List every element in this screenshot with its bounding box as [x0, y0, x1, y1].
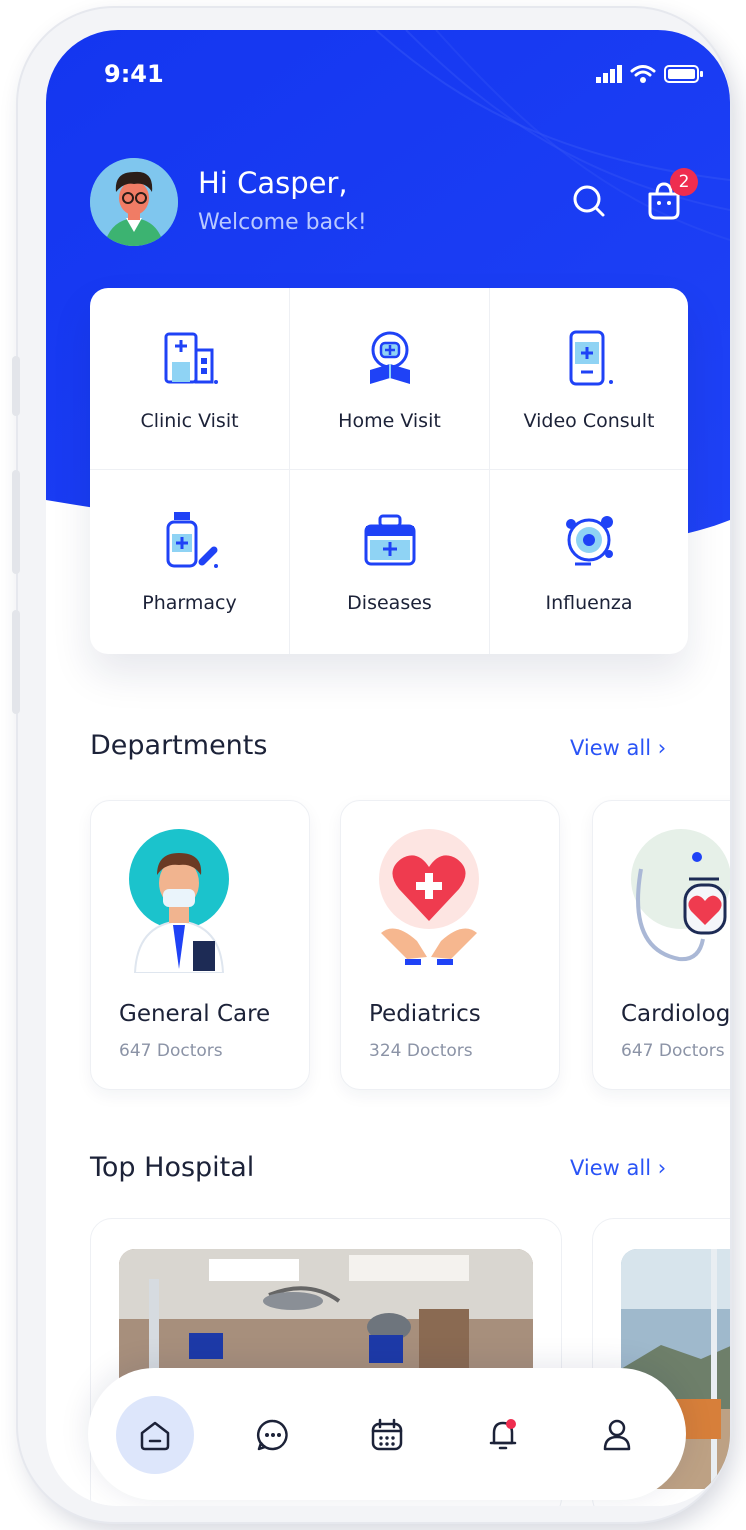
cart-badge: 2: [670, 168, 698, 196]
bottom-navigation: [88, 1368, 686, 1500]
phone-mute-switch: [12, 356, 20, 416]
department-count: 324 Doctors: [369, 1041, 473, 1061]
nav-chat[interactable]: [234, 1396, 312, 1474]
home-icon: [140, 1421, 170, 1451]
phone-consult-icon: [569, 330, 613, 386]
nav-profile[interactable]: [578, 1396, 656, 1474]
service-label: Home Visit: [338, 410, 441, 432]
service-label: Diseases: [347, 592, 432, 614]
department-card-pediatrics[interactable]: Pediatrics 324 Doctors: [340, 800, 560, 1090]
service-home-visit[interactable]: Home Visit: [290, 288, 490, 470]
profile-icon: [603, 1419, 631, 1451]
greeting-subtitle: Welcome back!: [198, 210, 367, 235]
chat-icon: [256, 1419, 288, 1451]
home-visit-icon: [369, 331, 410, 384]
app-screen: 9:41 Hi Casper, Welcome back! 2 Clinic V…: [46, 30, 730, 1506]
phone-volume-down: [12, 610, 20, 714]
departments-title: Departments: [90, 730, 268, 761]
service-video-consult[interactable]: Video Consult: [490, 288, 688, 470]
top-hospital-title: Top Hospital: [90, 1152, 255, 1183]
service-clinic-visit[interactable]: Clinic Visit: [90, 288, 290, 470]
service-label: Influenza: [545, 592, 633, 614]
service-diseases[interactable]: Diseases: [290, 470, 490, 654]
top-hospital-view-all[interactable]: View all ›: [570, 1156, 666, 1180]
department-name: Cardiology: [621, 1001, 730, 1027]
nav-home[interactable]: [116, 1396, 194, 1474]
hospital-building-icon: [164, 332, 218, 384]
virus-icon: [566, 516, 613, 566]
nav-notifications[interactable]: [464, 1396, 542, 1474]
service-influenza[interactable]: Influenza: [490, 470, 688, 654]
battery-icon: [664, 65, 703, 83]
department-name: Pediatrics: [369, 1001, 481, 1027]
status-icons: [596, 64, 704, 84]
department-name: General Care: [119, 1001, 271, 1027]
department-count: 647 Doctors: [621, 1041, 725, 1061]
avatar[interactable]: [90, 158, 178, 246]
status-time: 9:41: [104, 60, 164, 88]
services-grid: Clinic Visit Home Visit Video Consult Ph…: [90, 288, 688, 654]
doctor-illustration: [129, 829, 229, 973]
stethoscope-heart-illustration: [631, 829, 730, 962]
department-card-cardiology[interactable]: Cardiology 647 Doctors: [592, 800, 730, 1090]
department-card-general-care[interactable]: General Care 647 Doctors: [90, 800, 310, 1090]
medicine-bottle-icon: [166, 512, 218, 568]
service-pharmacy[interactable]: Pharmacy: [90, 470, 290, 654]
departments-view-all[interactable]: View all ›: [570, 736, 666, 760]
calendar-icon: [371, 1418, 403, 1451]
wifi-icon: [630, 65, 656, 83]
heart-hands-illustration: [379, 829, 479, 965]
medical-kit-icon: [364, 514, 415, 566]
greeting-title: Hi Casper,: [198, 166, 348, 200]
search-icon[interactable]: [570, 182, 608, 220]
signal-icon: [596, 65, 622, 83]
phone-volume-up: [12, 470, 20, 574]
service-label: Video Consult: [523, 410, 655, 432]
department-count: 647 Doctors: [119, 1041, 223, 1061]
nav-calendar[interactable]: [348, 1396, 426, 1474]
service-label: Clinic Visit: [140, 410, 239, 432]
notification-bell-icon: [489, 1419, 517, 1450]
service-label: Pharmacy: [142, 592, 237, 614]
